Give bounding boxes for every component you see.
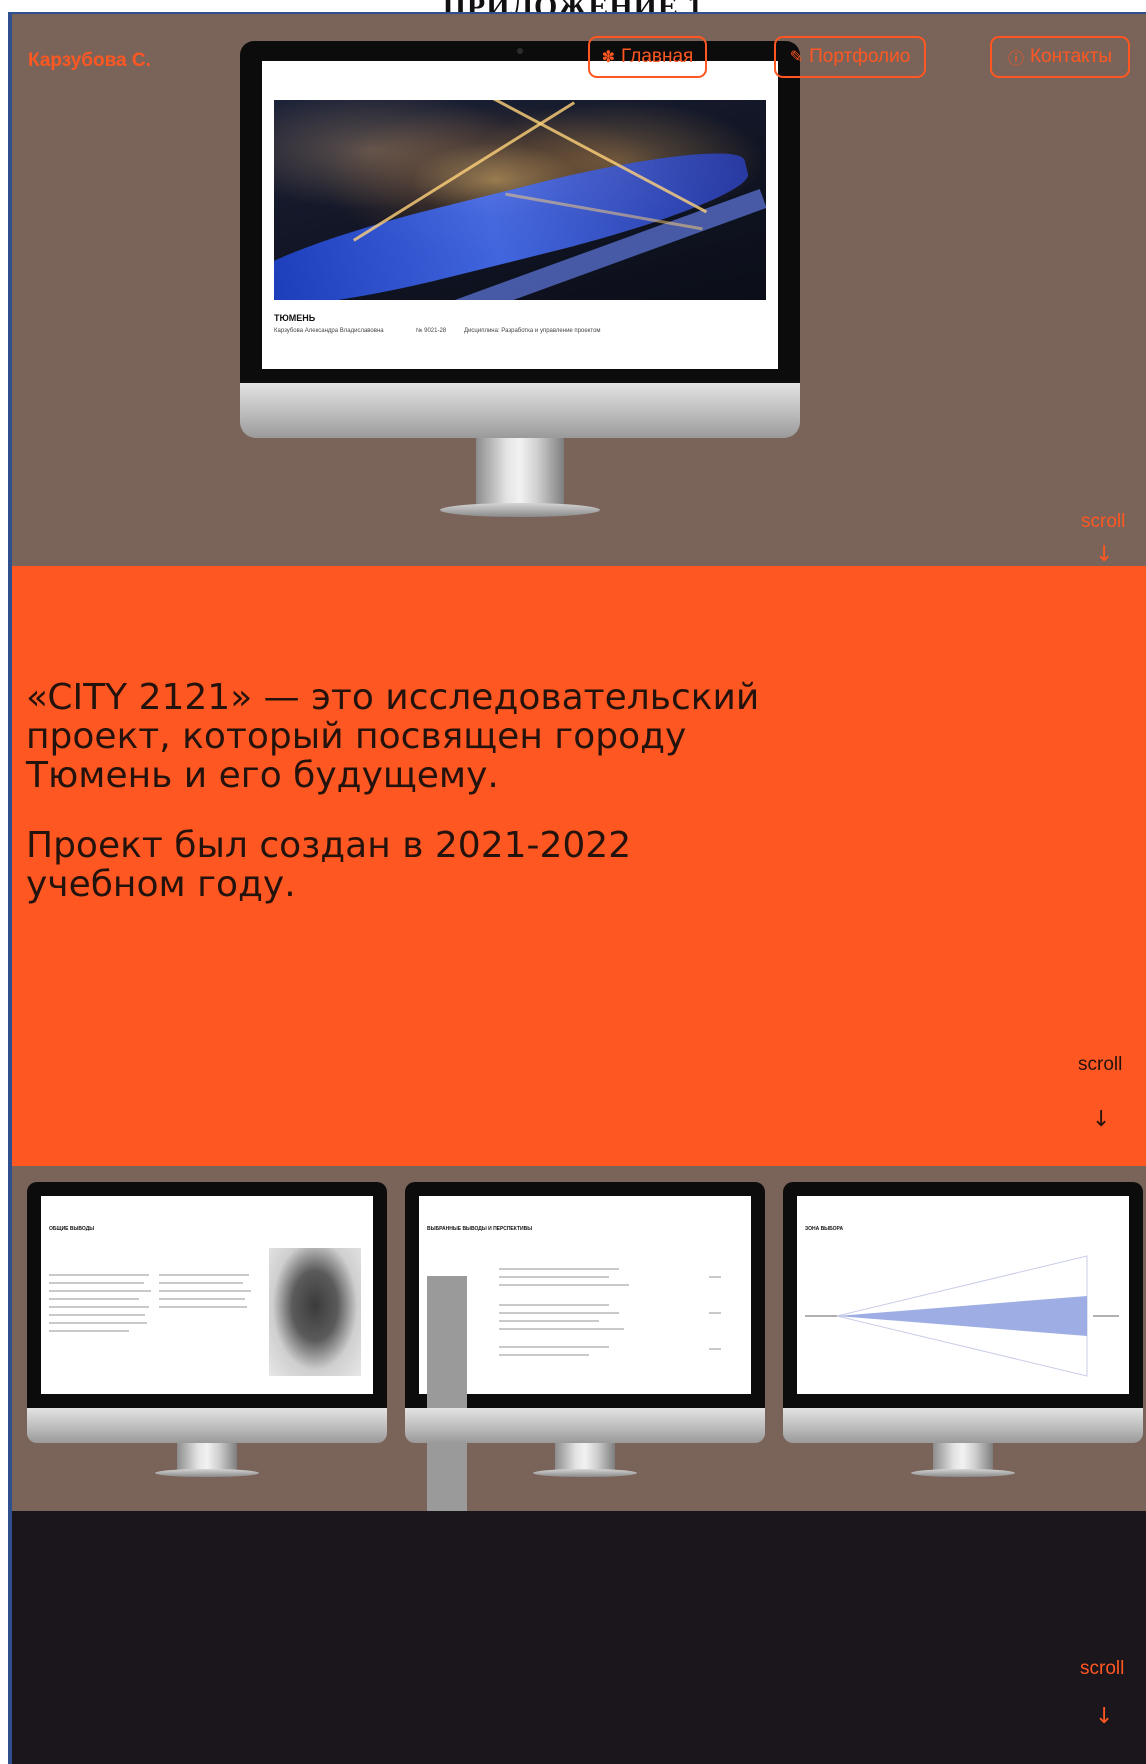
monitor-chin: [405, 1408, 765, 1443]
monitor-chin: [783, 1408, 1143, 1443]
nav-portfolio-label: Портфолио: [809, 46, 911, 67]
slide-screen-3: ЗОНА ВЫБОРА: [797, 1196, 1129, 1394]
text-line: [709, 1312, 721, 1314]
website-screenshot: ТЮМЕНЬ Карзубова Александра Владиславовн…: [12, 14, 1146, 1764]
info-icon: ⓘ: [1007, 51, 1024, 68]
text-line: [499, 1354, 589, 1356]
text-line: [159, 1298, 245, 1300]
monitor-stand-foot: [155, 1469, 259, 1477]
intro-scroll-label[interactable]: scroll: [1078, 1054, 1122, 1076]
footer-scroll-label[interactable]: scroll: [1080, 1658, 1124, 1680]
text-line: [499, 1320, 599, 1322]
monitor-camera: [517, 48, 523, 54]
screen-caption-group: № 9021-28: [416, 328, 447, 334]
text-line: [709, 1348, 721, 1350]
gallery-monitor-3[interactable]: ЗОНА ВЫБОРА: [783, 1182, 1143, 1482]
text-line: [499, 1346, 609, 1348]
text-line: [49, 1274, 149, 1276]
monitor-chin: [240, 383, 800, 438]
text-line: [49, 1282, 144, 1284]
gallery-section: ОБЩИЕ ВЫВОДЫ ВЫБРАННЫЕ ВЫВОДЫ И ПЕРСПЕКТ…: [12, 1166, 1146, 1599]
text-line: [49, 1322, 147, 1324]
slide-title-2: ВЫБРАННЫЕ ВЫВОДЫ И ПЕРСПЕКТИВЫ: [427, 1226, 533, 1232]
nav-portfolio-button[interactable]: ✎ Портфолио: [774, 36, 926, 78]
text-line: [49, 1306, 149, 1308]
gallery-monitor-2[interactable]: ВЫБРАННЫЕ ВЫВОДЫ И ПЕРСПЕКТИВЫ: [405, 1182, 765, 1599]
nav-contacts-label: Контакты: [1029, 46, 1113, 67]
gallery-monitor-1[interactable]: ОБЩИЕ ВЫВОДЫ: [27, 1182, 387, 1482]
text-line: [499, 1304, 609, 1306]
pencil-icon: ✎: [789, 49, 804, 66]
arrow-down-icon[interactable]: ↓: [1095, 1704, 1113, 1729]
text-line: [159, 1282, 243, 1284]
text-line: [49, 1290, 151, 1292]
funnel-diagram: [805, 1255, 1119, 1377]
slide-screen-1: ОБЩИЕ ВЫВОДЫ: [41, 1196, 373, 1394]
screen-caption-author: Карзубова Александра Владиславовна: [274, 328, 384, 334]
nav-home-button[interactable]: ✽ Главная: [588, 36, 707, 78]
text-line: [499, 1312, 619, 1314]
sculpture-photo: [269, 1248, 361, 1376]
slide-screen-2: ВЫБРАННЫЕ ВЫВОДЫ И ПЕРСПЕКТИВЫ: [419, 1196, 751, 1599]
nav-contacts-button[interactable]: ⓘ Контакты: [990, 36, 1130, 78]
intro-paragraph-1: «CITY 2121» — это исследовательский прое…: [26, 677, 760, 796]
text-line: [499, 1268, 619, 1270]
screen-caption-title: ТЮМЕНЬ: [274, 313, 316, 323]
monitor-stand-foot: [440, 503, 600, 517]
arrow-down-icon[interactable]: ↓: [1095, 542, 1113, 566]
text-line: [499, 1284, 629, 1286]
arrow-down-icon[interactable]: ↓: [1092, 1107, 1110, 1132]
text-line: [159, 1274, 249, 1276]
tyumen-night-photo: [274, 100, 766, 300]
gear-icon: ✽: [601, 49, 616, 66]
text-line: [49, 1314, 145, 1316]
text-line: [49, 1298, 139, 1300]
text-line: [159, 1290, 251, 1292]
text-line: [499, 1276, 609, 1278]
brand-name[interactable]: Карзубова С.: [28, 50, 151, 72]
screen-caption-discipline: Дисциплина: Разработка и управление прое…: [464, 328, 601, 334]
intro-paragraph-2: Проект был создан в 2021-2022 учебном го…: [26, 825, 632, 905]
dark-section: scroll ↓: [12, 1511, 1146, 1764]
nav-home-label: Главная: [621, 46, 694, 67]
slide-title-1: ОБЩИЕ ВЫВОДЫ: [49, 1226, 95, 1232]
monitor-stand-foot: [911, 1469, 1015, 1477]
monitor-screen: ТЮМЕНЬ Карзубова Александра Владиславовн…: [262, 61, 778, 369]
hero-scroll-label[interactable]: scroll: [1081, 511, 1125, 533]
monitor-stand-neck: [476, 438, 564, 508]
text-line: [709, 1276, 721, 1278]
intro-section: «CITY 2121» — это исследовательский прое…: [12, 566, 1146, 1166]
text-line: [49, 1330, 129, 1332]
hero-section: ТЮМЕНЬ Карзубова Александра Владиславовн…: [12, 14, 1146, 566]
monitor-stand-foot: [533, 1469, 637, 1477]
text-line: [159, 1306, 247, 1308]
hero-monitor-mockup: ТЮМЕНЬ Карзубова Александра Владиславовн…: [240, 41, 800, 541]
monitor-chin: [27, 1408, 387, 1443]
text-line: [499, 1328, 624, 1330]
